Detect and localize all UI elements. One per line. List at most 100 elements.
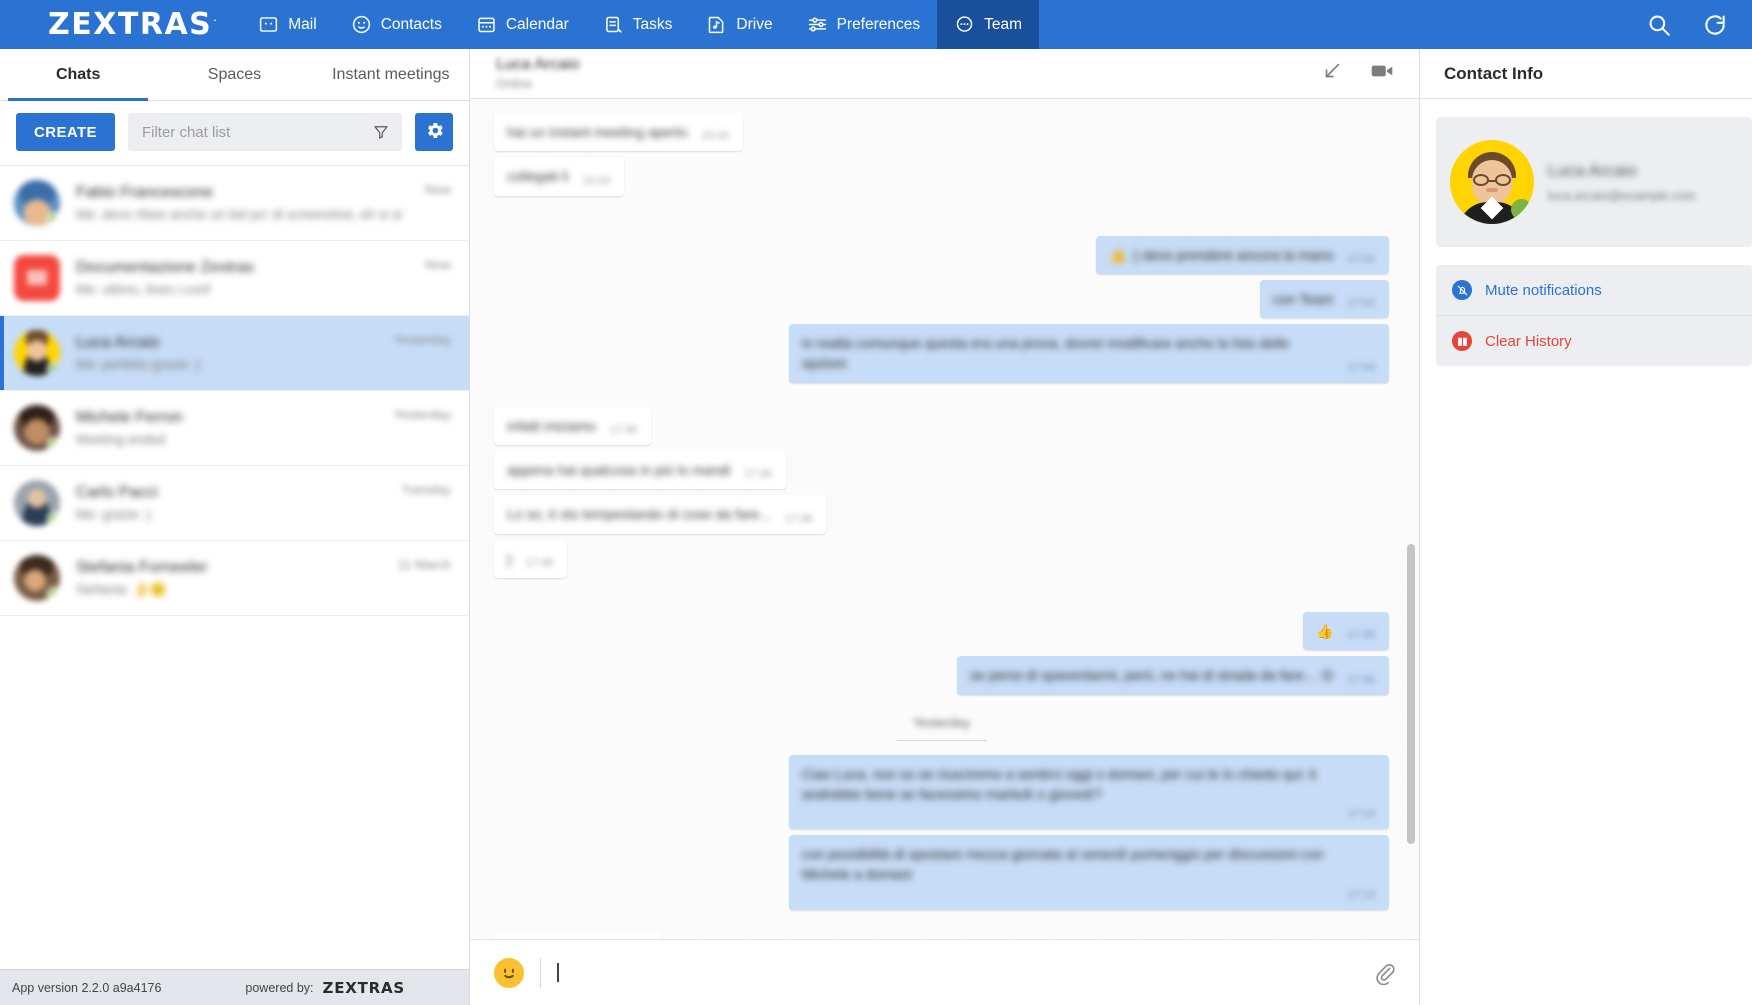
chat-item-preview: Stefania: 👌🙂 — [76, 581, 167, 597]
contact-name: Luca Arcaio — [1548, 161, 1637, 180]
emoji-smiley-icon[interactable] — [494, 957, 524, 988]
conversation-header-actions — [1321, 58, 1395, 89]
chat-settings-button[interactable] — [415, 113, 453, 151]
avatar — [14, 255, 60, 301]
text-caret — [557, 963, 559, 982]
chat-item-preview: Meeting ended — [76, 432, 166, 447]
message-row: Lo so, ti sto tempestando di cose da far… — [494, 495, 1389, 534]
nav-label-preferences: Preferences — [836, 15, 921, 33]
mute-notifications-label: Mute notifications — [1485, 281, 1602, 299]
message-text: con Team — [1273, 290, 1334, 307]
chat-item-meta: Carlo Pacci Me: grazie :) — [76, 484, 386, 522]
refresh-icon[interactable] — [1702, 12, 1728, 38]
contact-info-pane: Contact Info Luca Arcaio luca.arcaio@exa… — [1420, 49, 1752, 1005]
top-bar-actions — [1646, 0, 1752, 49]
message-text: con possibilità di spostare mezza giorna… — [802, 846, 1324, 883]
message-bubble-incoming: appena hai qualcosa in più lo mandi 17:3… — [494, 451, 786, 490]
message-row: per me va bene 18:05 — [494, 931, 1389, 939]
nav-item-tasks[interactable]: Tasks — [586, 0, 690, 49]
collapse-arrow-icon[interactable] — [1321, 60, 1343, 87]
message-bubble-incoming: infatti iniziamo 17:36 — [494, 406, 652, 446]
chat-item-meta: Documentazione Zextras Me: ultimo, lines… — [76, 259, 409, 297]
chat-item-name: Fabio Francescone — [76, 184, 213, 201]
nav-label-team: Team — [984, 15, 1023, 33]
filter-field-wrapper — [127, 113, 402, 151]
message-bubble-outgoing: con possibilità di spostare mezza giorna… — [789, 835, 1389, 910]
chat-list-item-stefania-forneeler[interactable]: Stefania Forneeler Stefania: 👌🙂 11 March — [0, 541, 469, 616]
tab-instant-meetings[interactable]: Instant meetings — [313, 49, 469, 100]
tab-chats-label: Chats — [55, 65, 101, 83]
day-divider: Yesterday — [494, 715, 1389, 741]
message-bubble-incoming: ) 17:36 — [494, 539, 568, 578]
tab-chats[interactable]: Chats — [0, 49, 156, 101]
chat-list-item-fabio-francescone[interactable]: Fabio Francescone Me: devo rifare anche … — [0, 166, 469, 241]
paperclip-icon[interactable] — [1373, 961, 1397, 985]
nav-item-mail[interactable]: Mail — [241, 0, 333, 49]
nav-item-preferences[interactable]: Preferences — [790, 0, 938, 49]
message-row: collegati li 15:43 — [494, 157, 1389, 196]
powered-by-label: powered by: — [245, 980, 314, 995]
contact-email: luca.arcaio@example.com — [1548, 189, 1696, 203]
app-version-label: App version 2.2.0 a9a4176 — [12, 980, 162, 995]
message-time: 17:02 — [1347, 252, 1375, 265]
calendar-icon — [476, 14, 497, 35]
sidebar-footer: App version 2.2.0 a9a4176 powered by: ZE… — [0, 969, 469, 1005]
message-list[interactable]: hai un instant meeting aperto 15:43 coll… — [470, 99, 1419, 939]
message-bubble-incoming: hai un instant meeting aperto 15:43 — [494, 113, 744, 152]
sidebar-tabs: Chats Spaces Instant meetings — [0, 49, 469, 101]
powered-by-logo: ZEXTRAS — [322, 978, 405, 997]
top-navigation-bar: ZEXTRAS ˙ Mail Contacts Calendar Tasks Dr… — [0, 0, 1752, 49]
message-list-scrollbar[interactable] — [1407, 544, 1415, 844]
message-text: 👍 :) devo prendere ancora la mano — [1109, 246, 1334, 263]
avatar — [14, 405, 60, 451]
powered-by: powered by: ZEXTRAS — [245, 979, 457, 997]
video-camera-icon[interactable] — [1369, 58, 1395, 89]
chat-list-item-documentazione-zextras[interactable]: Documentazione Zextras Me: ultimo, lines… — [0, 241, 469, 316]
chat-item-name: Michele Ferron — [76, 409, 183, 426]
chat-list-item-michele-ferron[interactable]: Michele Ferron Meeting ended Yesterday — [0, 391, 469, 466]
clear-history-action[interactable]: Clear History — [1436, 315, 1752, 366]
zextras-logo-text: ZEXTRAS — [48, 7, 213, 42]
conversation-pane: Luca Arcaio Online hai un instant meetin… — [470, 49, 1420, 1005]
chat-list[interactable]: Fabio Francescone Me: devo rifare anche … — [0, 165, 469, 969]
contact-info-title: Contact Info — [1444, 63, 1544, 83]
message-text: infatti iniziamo — [507, 417, 596, 434]
presence-indicator — [47, 587, 60, 601]
nav-item-contacts[interactable]: Contacts — [334, 0, 459, 49]
presence-indicator — [47, 512, 60, 526]
message-text: ) — [507, 550, 512, 567]
search-icon[interactable] — [1646, 12, 1672, 38]
day-divider-label: Yesterday — [912, 714, 971, 730]
avatar — [14, 180, 60, 226]
chat-item-time: 11 March — [397, 557, 451, 572]
message-time: 15:43 — [701, 130, 730, 143]
tab-spaces[interactable]: Spaces — [156, 49, 312, 100]
zextras-logo: ZEXTRAS ˙ — [0, 0, 241, 49]
message-text: in realtà comunque questa era una prova,… — [802, 335, 1290, 372]
nav-item-team[interactable]: Team — [937, 0, 1040, 49]
nav-item-drive[interactable]: Drive — [689, 0, 789, 49]
funnel-icon[interactable] — [372, 123, 390, 141]
message-bubble-incoming: per me va bene 18:05 — [494, 931, 660, 939]
filter-chat-list-input[interactable] — [127, 113, 402, 151]
clear-history-label: Clear History — [1485, 332, 1572, 350]
message-row: con possibilità di spostare mezza giorna… — [494, 835, 1389, 910]
message-row: in realtà comunque questa era una prova,… — [494, 324, 1389, 383]
create-button[interactable]: CREATE — [16, 113, 115, 151]
nav-label-mail: Mail — [288, 15, 317, 33]
sidebar-toolbar: CREATE — [0, 101, 469, 165]
message-time: 17:13 — [1347, 888, 1375, 901]
message-emoji: 👍 — [1316, 622, 1334, 639]
chat-list-item-carlo-pacci[interactable]: Carlo Pacci Me: grazie :) Tuesday — [0, 466, 469, 541]
mute-notifications-action[interactable]: Mute notifications — [1436, 265, 1752, 315]
message-time: 17:36 — [1347, 629, 1375, 642]
message-input[interactable] — [557, 963, 1357, 982]
nav-label-tasks: Tasks — [632, 15, 673, 33]
message-time: 17:36 — [609, 424, 638, 437]
nav-item-calendar[interactable]: Calendar — [459, 0, 586, 49]
message-bubble-incoming: collegati li 15:43 — [494, 157, 625, 196]
tab-instant-meetings-label: Instant meetings — [332, 65, 450, 83]
message-time: 17:36 — [1347, 673, 1375, 686]
chat-list-item-luca-arcaio[interactable]: Luca Arcaio Me: perfetto grazie :) Yeste… — [0, 316, 469, 391]
contacts-icon — [351, 14, 372, 35]
